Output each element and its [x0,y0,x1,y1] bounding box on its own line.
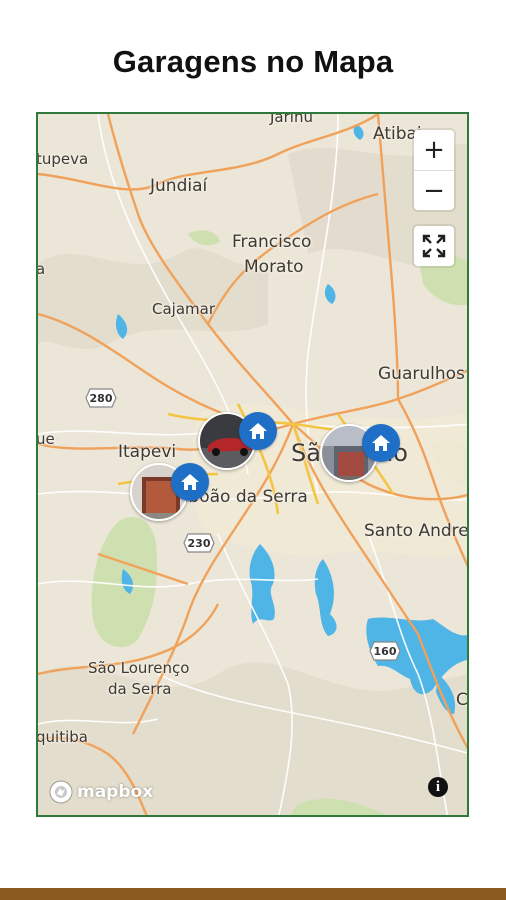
mapbox-logo-text: mapbox [77,782,154,802]
place-label-right-edge: C [456,690,468,710]
place-label-francisco-morato-2: Morato [244,257,304,277]
mapbox-logo-icon [49,780,73,804]
place-label-itapevi: Itapevi [118,442,177,462]
zoom-out-button[interactable]: − [414,171,454,210]
fullscreen-icon [422,234,446,258]
place-label-jundiai: Jundiaí [150,176,208,196]
place-label-sao-lourenco-2: da Serra [108,680,172,698]
zoom-controls: + − [414,130,454,210]
map-view[interactable]: Jarinu Atibai tupeva Jundiaí Francisco M… [36,112,469,817]
place-label-left-edge-1: a [36,260,46,278]
fullscreen-button[interactable] [414,226,454,266]
mapbox-logo[interactable]: mapbox [48,779,153,805]
home-icon[interactable] [239,412,277,450]
place-label-left-edge-2: ue [36,430,55,448]
route-shield-280: 280 [84,387,118,409]
place-label-itupeva: tupeva [36,150,89,168]
place-label-francisco-morato: Francisco [232,232,312,252]
place-label-juquitiba: quitiba [36,728,88,746]
route-shield-230: 230 [182,532,216,554]
place-label-cajamar: Cajamar [152,300,215,318]
zoom-in-button[interactable]: + [414,130,454,170]
place-label-santo-andre: Santo Andre [364,521,469,541]
place-label-jarinu: Jarinu [270,112,313,126]
home-icon[interactable] [362,424,400,462]
route-shield-160: 160 [368,640,402,662]
place-label-sao-lourenco: São Lourenço [88,659,190,677]
bottom-bar [0,888,506,900]
attribution-info-button[interactable]: i [428,777,448,797]
place-label-guarulhos: Guarulhos [378,364,465,384]
page-title: Garagens no Mapa [112,44,394,79]
home-icon[interactable] [171,463,209,501]
